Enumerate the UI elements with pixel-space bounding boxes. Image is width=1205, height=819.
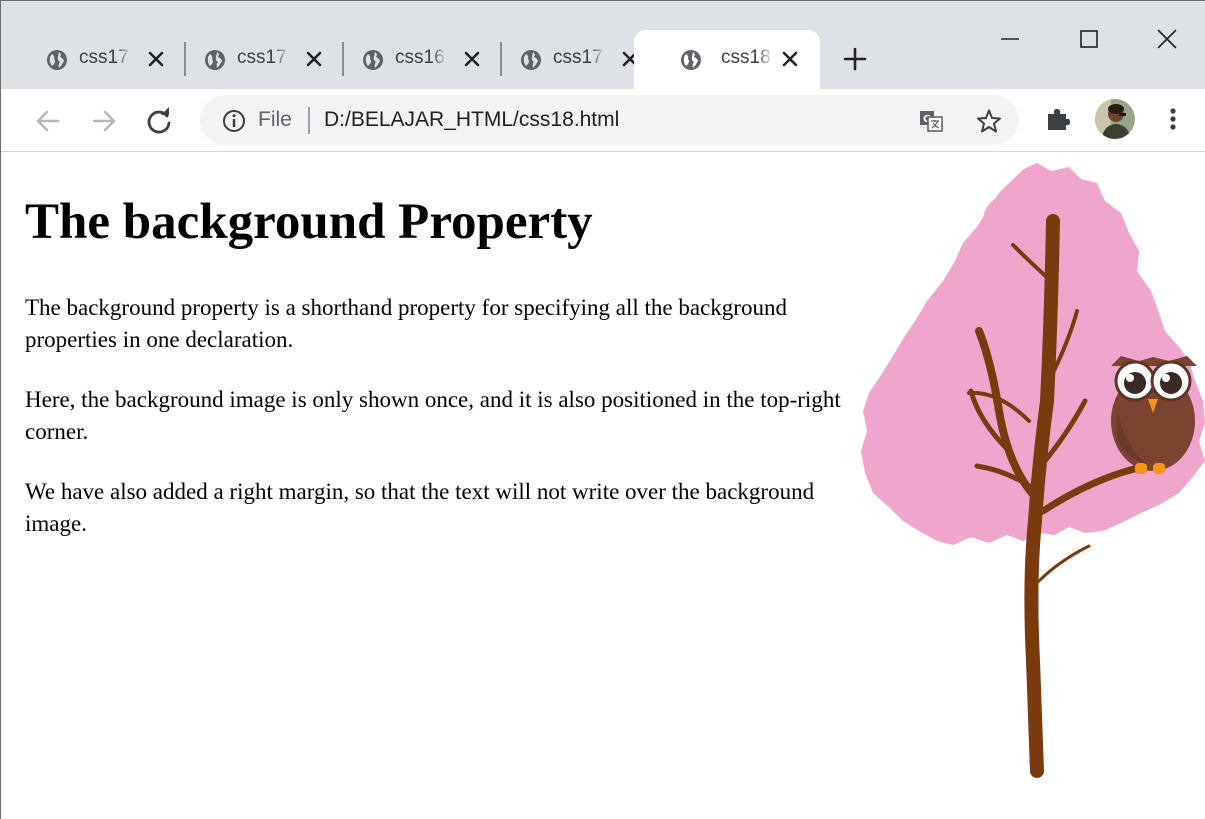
globe-icon xyxy=(363,50,383,70)
back-arrow-icon[interactable] xyxy=(31,104,65,138)
address-bar[interactable]: File D:/BELAJAR_HTML/css18.html G xyxy=(200,95,1019,145)
avatar[interactable] xyxy=(1095,99,1135,139)
globe-icon xyxy=(681,50,701,70)
toolbar: File D:/BELAJAR_HTML/css18.html G xyxy=(1,89,1205,152)
paragraph-2: Here, the background image is only shown… xyxy=(25,387,841,444)
page-viewport: The background Property The background p… xyxy=(1,153,1205,819)
tree-with-owl-image xyxy=(861,163,1205,778)
window-close-icon[interactable] xyxy=(1147,19,1187,59)
omnibox-divider xyxy=(308,107,310,134)
tab-title: css18 xyxy=(721,47,771,68)
paragraph-3: We have also added a right margin, so th… xyxy=(25,479,815,536)
maximize-icon[interactable] xyxy=(1069,19,1109,59)
reload-icon[interactable] xyxy=(142,104,176,138)
tab-5-active[interactable]: css18 xyxy=(634,30,820,89)
tab-title: css17 xyxy=(553,47,603,68)
browser-window: css17 css17 css16 css17 css18 File D:/BE… xyxy=(0,0,1205,819)
puzzle-icon[interactable] xyxy=(1044,105,1072,133)
forward-arrow-icon[interactable] xyxy=(87,104,121,138)
tab-2[interactable]: css17 xyxy=(159,30,339,89)
kebab-menu-icon[interactable] xyxy=(1159,104,1187,134)
plus-icon[interactable] xyxy=(841,45,869,73)
tab-title: css17 xyxy=(79,47,129,68)
url-text[interactable]: D:/BELAJAR_HTML/css18.html xyxy=(324,108,619,132)
scheme-label: File xyxy=(258,108,292,131)
globe-icon xyxy=(47,50,67,70)
minimize-icon[interactable] xyxy=(990,19,1030,59)
tab-4[interactable]: css17 xyxy=(475,30,655,89)
translate-icon[interactable]: G xyxy=(918,108,944,134)
globe-icon xyxy=(521,50,541,70)
star-icon[interactable] xyxy=(976,108,1002,134)
paragraph-1: The background property is a shorthand p… xyxy=(25,295,787,352)
profile-photo-icon xyxy=(1095,99,1135,139)
tab-strip: css17 css17 css16 css17 css18 xyxy=(1,1,1205,89)
tab-1[interactable]: css17 xyxy=(1,30,181,89)
globe-icon xyxy=(205,50,225,70)
tab-3[interactable]: css16 xyxy=(317,30,497,89)
info-icon[interactable] xyxy=(222,109,246,133)
close-icon[interactable] xyxy=(779,48,801,70)
tab-title: css17 xyxy=(237,47,287,68)
tab-title: css16 xyxy=(395,47,445,68)
page-heading: The background Property xyxy=(25,194,593,250)
